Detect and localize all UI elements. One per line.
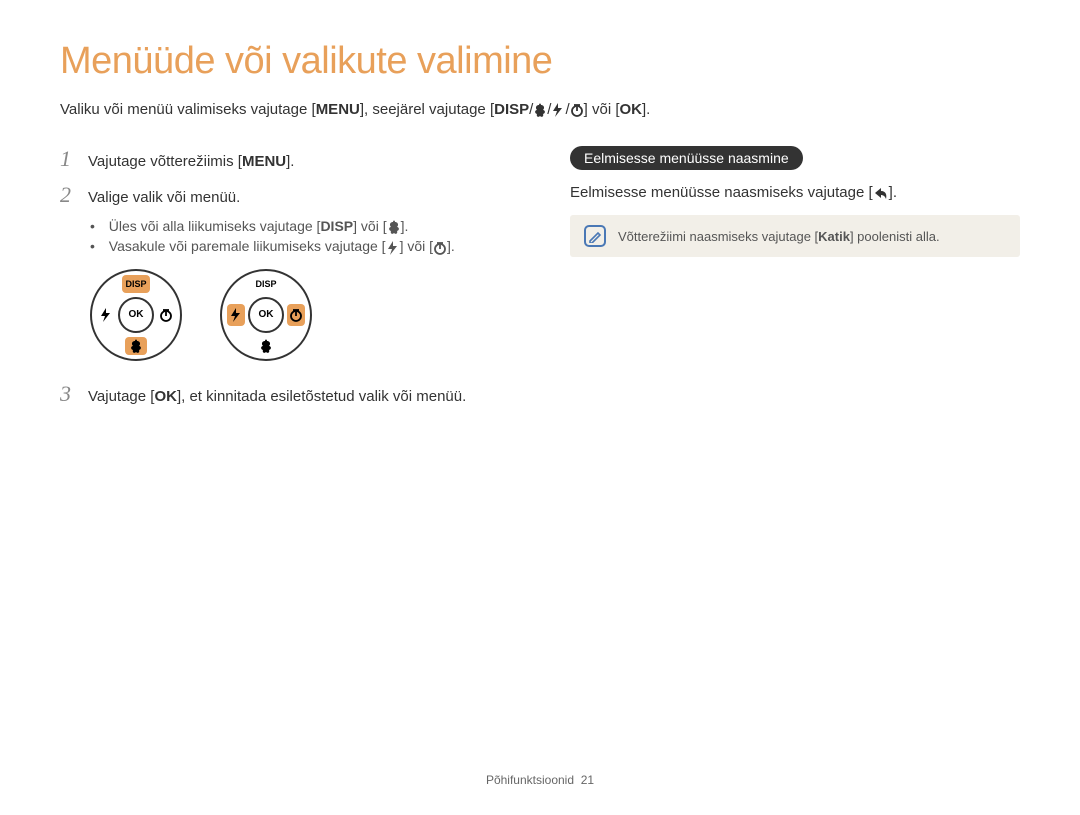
dial-macro-button: [255, 337, 277, 355]
dial-horizontal: DISP OK: [220, 269, 312, 361]
section-pill: Eelmisesse menüüsse naasmine: [570, 146, 803, 170]
note-box: Võtterežiimi naasmiseks vajutage [Katik]…: [570, 215, 1020, 257]
step-3: 3 Vajutage [OK], et kinnitada esiletõste…: [60, 381, 530, 409]
dial-timer-button: [287, 304, 305, 326]
note-text: Võtterežiimi naasmiseks vajutage [Katik]…: [618, 229, 940, 244]
page-title: Menüüde või valikute valimine: [60, 40, 1020, 83]
note-icon: [584, 225, 606, 247]
step-number: 3: [60, 381, 78, 407]
step-number: 2: [60, 182, 78, 208]
dial-ok-button: OK: [248, 297, 284, 333]
dial-disp-button: DISP: [122, 275, 150, 293]
back-icon: [873, 186, 889, 200]
page-footer: Põhifunktsioonid 21: [0, 773, 1080, 787]
left-column: 1 Vajutage võtterežiimis [MENU]. 2 Valig…: [60, 146, 530, 417]
dial-ok-button: OK: [118, 297, 154, 333]
dial-diagrams: DISP OK DISP OK: [90, 269, 530, 361]
intro-text: Valiku või menüü valimiseks vajutage [ME…: [60, 101, 1020, 118]
step-1: 1 Vajutage võtterežiimis [MENU].: [60, 146, 530, 174]
flash-icon: [386, 241, 400, 255]
macro-icon: [533, 103, 547, 117]
step-2: 2 Valige valik või menüü.: [60, 182, 530, 210]
dial-disp-button: DISP: [252, 275, 280, 293]
macro-icon: [387, 220, 401, 234]
timer-icon: [570, 103, 584, 117]
dial-flash-button: [97, 304, 115, 326]
dial-timer-button: [157, 304, 175, 326]
timer-icon: [433, 241, 447, 255]
flash-icon: [551, 103, 565, 117]
step-number: 1: [60, 146, 78, 172]
dial-flash-button: [227, 304, 245, 326]
right-column: Eelmisesse menüüsse naasmine Eelmisesse …: [570, 146, 1020, 417]
bullet-item: Üles või alla liikumiseks vajutage [DISP…: [90, 218, 530, 234]
dial-vertical: DISP OK: [90, 269, 182, 361]
bullet-item: Vasakule või paremale liikumiseks vajuta…: [90, 238, 530, 254]
dial-macro-button: [125, 337, 147, 355]
step-2-bullets: Üles või alla liikumiseks vajutage [DISP…: [90, 218, 530, 255]
return-instruction: Eelmisesse menüüsse naasmiseks vajutage …: [570, 184, 1020, 201]
